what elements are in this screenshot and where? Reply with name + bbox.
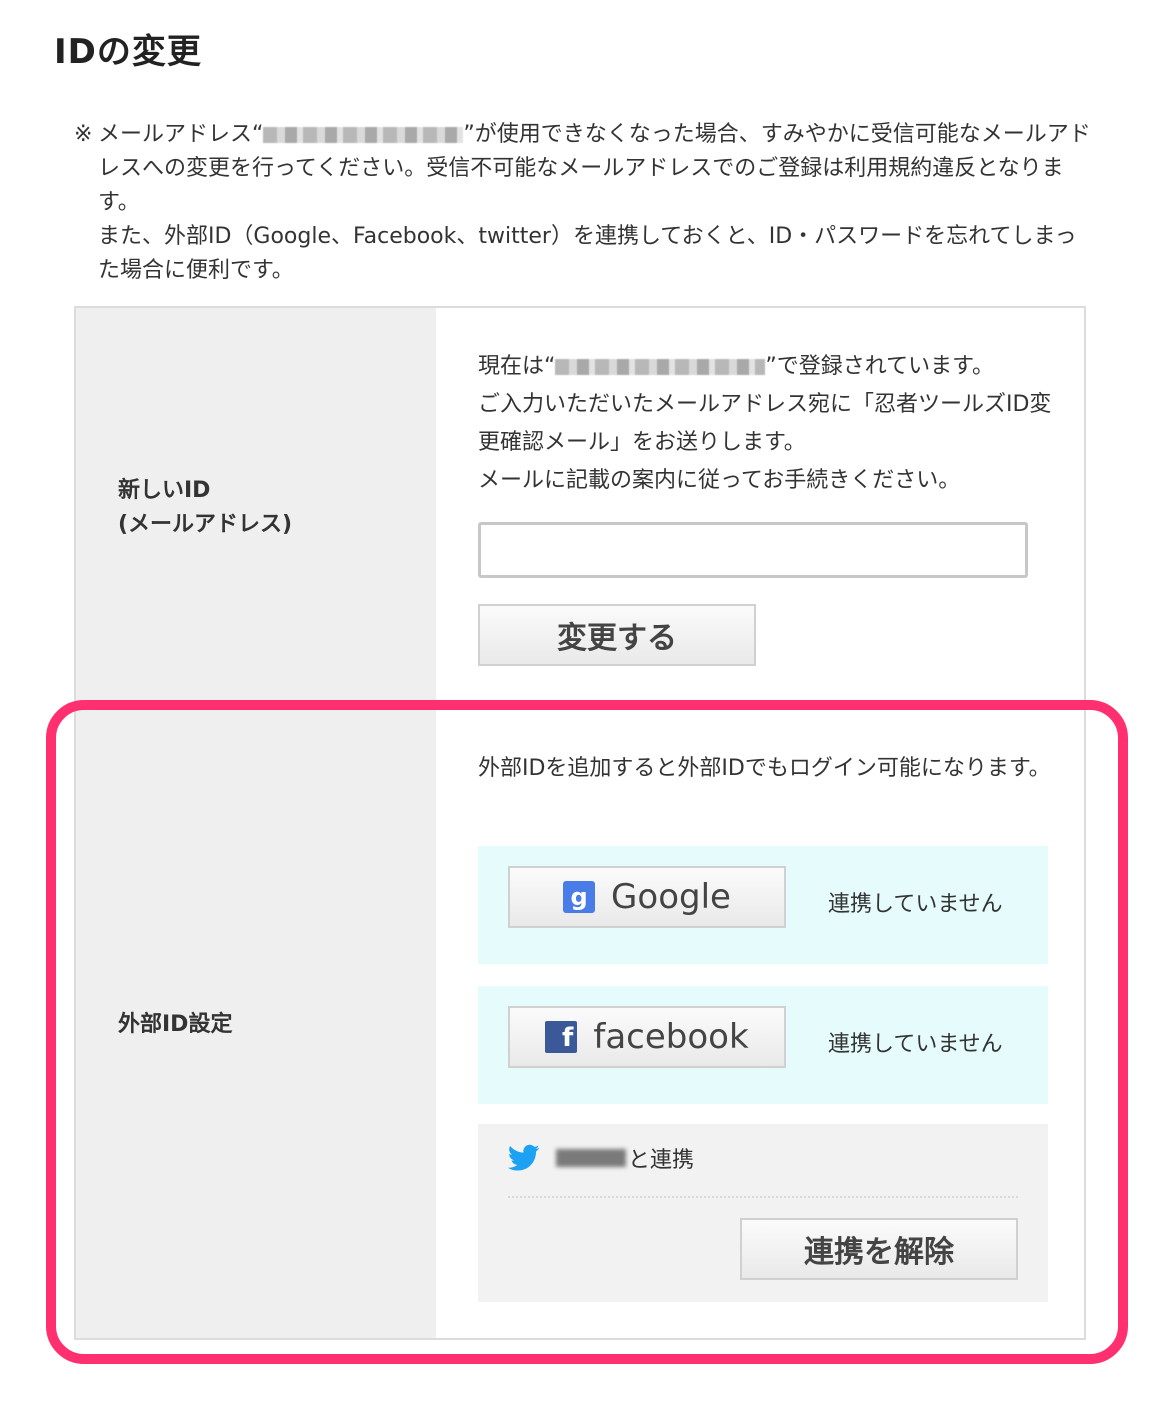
- notice-block: ※ メールアドレス“ ”が使用できなくなった場合、すみやかに受信可能なメールアドレ…: [74, 118, 1094, 288]
- notice-body: メールアドレス“ ”が使用できなくなった場合、すみやかに受信可能なメールアドレスへ…: [98, 118, 1094, 288]
- new-email-input[interactable]: [478, 522, 1028, 578]
- current-email-suffix: ”で登録されています。: [765, 354, 994, 379]
- change-button[interactable]: 変更する: [478, 604, 756, 666]
- page-title: IDの変更: [54, 32, 202, 72]
- notice-line1-a: メールアドレス“: [98, 122, 264, 147]
- new-id-description: 現在は“ ”で登録されています。 ご入力いただいたメールアドレス宛に「忍者ツールズ…: [478, 348, 1058, 500]
- new-id-label-line2: (メールアドレス): [118, 512, 293, 537]
- new-id-label-line1: 新しいID: [118, 478, 211, 503]
- confirmation-mail-note: ご入力いただいたメールアドレス宛に「忍者ツールズID変更確認メール」をお送りしま…: [478, 392, 1052, 455]
- notice-line2: また、外部ID（Google、Facebook、twitter）を連携しておくと…: [98, 224, 1077, 283]
- instructions-note: メールに記載の案内に従ってお手続きください。: [478, 468, 961, 493]
- new-id-label: 新しいID (メールアドレス): [118, 474, 292, 542]
- redacted-email: [263, 127, 464, 143]
- current-email-prefix: 現在は“: [478, 354, 556, 379]
- notice-mark: ※: [74, 122, 93, 147]
- highlight-annotation: [46, 700, 1128, 1364]
- current-email-line: 現在は“ ”で登録されています。: [478, 348, 1058, 386]
- redacted-current-email: [555, 359, 766, 375]
